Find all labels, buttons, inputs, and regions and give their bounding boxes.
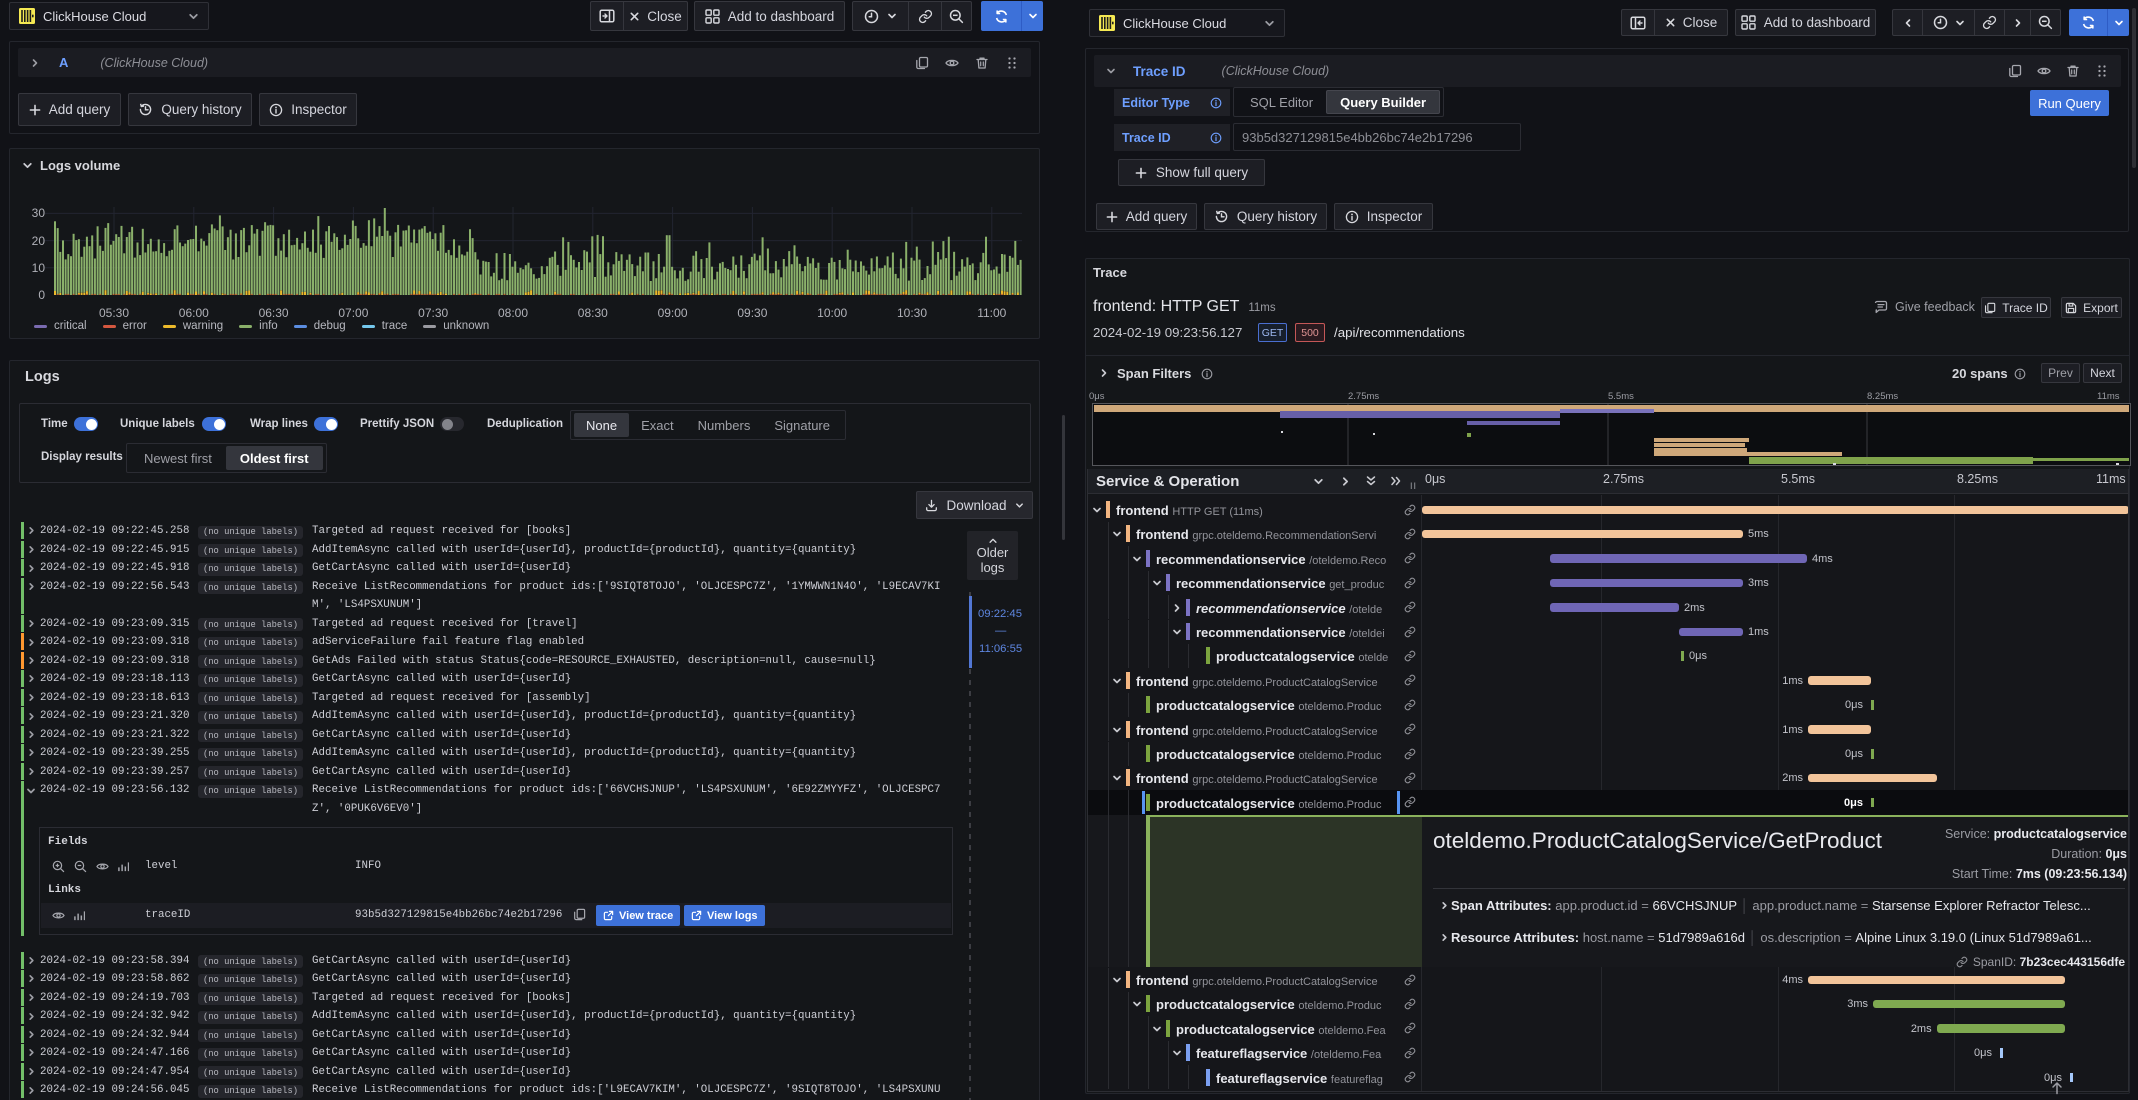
svg-text:0: 0 — [38, 288, 45, 302]
svg-text:09:00: 09:00 — [658, 306, 688, 320]
svg-text:08:30: 08:30 — [578, 306, 608, 320]
svg-text:07:30: 07:30 — [418, 306, 448, 320]
svg-text:10:30: 10:30 — [897, 306, 927, 320]
svg-text:10: 10 — [32, 261, 46, 275]
svg-text:10:00: 10:00 — [817, 306, 847, 320]
svg-text:06:00: 06:00 — [179, 306, 209, 320]
svg-text:06:30: 06:30 — [259, 306, 289, 320]
svg-text:09:30: 09:30 — [737, 306, 767, 320]
svg-text:30: 30 — [32, 206, 46, 220]
svg-text:20: 20 — [32, 234, 46, 248]
svg-text:08:00: 08:00 — [498, 306, 528, 320]
svg-text:11:00: 11:00 — [977, 306, 1006, 320]
svg-text:05:30: 05:30 — [99, 306, 129, 320]
svg-text:07:00: 07:00 — [338, 306, 368, 320]
